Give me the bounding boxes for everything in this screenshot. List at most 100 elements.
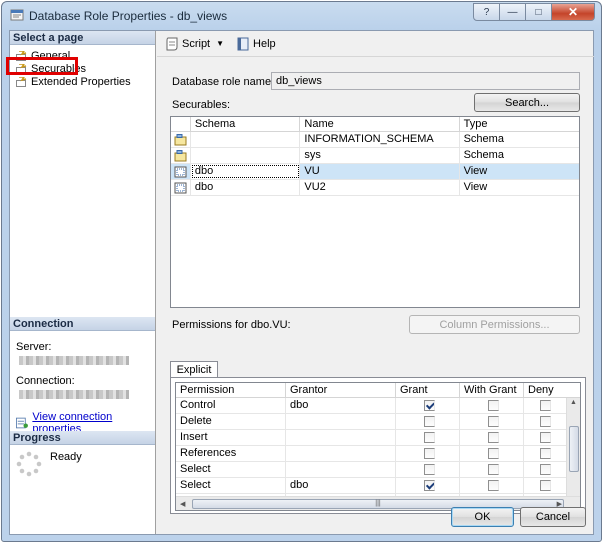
grant-checkbox[interactable] xyxy=(424,448,435,459)
window-controls: ? — □ ✕ xyxy=(473,3,595,21)
cell-deny xyxy=(524,398,568,413)
connection-value-redacted xyxy=(19,390,129,399)
cell-type: View xyxy=(463,181,488,193)
deny-checkbox[interactable] xyxy=(540,400,551,411)
cell-with-grant xyxy=(460,478,524,493)
deny-checkbox[interactable] xyxy=(540,432,551,443)
permission-row[interactable]: Delete xyxy=(176,414,580,430)
deny-checkbox[interactable] xyxy=(540,448,551,459)
permission-row[interactable]: Select dbo xyxy=(176,478,580,494)
cell-grant xyxy=(396,462,460,477)
grant-checkbox[interactable] xyxy=(424,464,435,475)
help-button[interactable]: Help xyxy=(236,37,276,51)
column-header-grant[interactable]: Grant xyxy=(396,383,460,397)
permission-row[interactable]: Control dbo xyxy=(176,398,580,414)
progress-spinner-icon xyxy=(16,451,42,477)
cell-deny xyxy=(524,478,568,493)
scroll-thumb-vertical[interactable] xyxy=(569,426,579,472)
securable-row[interactable]: dbo VU2 View xyxy=(171,180,579,196)
with-grant-checkbox[interactable] xyxy=(488,432,499,443)
permissions-label: Permissions for dbo.VU: xyxy=(172,319,291,331)
grant-checkbox[interactable] xyxy=(424,416,435,427)
cell-with-grant xyxy=(460,398,524,413)
page-item-label: Extended Properties xyxy=(31,75,131,88)
progress-header: Progress xyxy=(10,431,155,445)
securable-row[interactable]: INFORMATION_SCHEMA Schema xyxy=(171,132,579,148)
column-header-grantor[interactable]: Grantor xyxy=(286,383,396,397)
cell-grantor xyxy=(286,430,396,445)
cell-deny xyxy=(524,414,568,429)
cancel-button[interactable]: Cancel xyxy=(520,507,586,527)
dialog-client: Select a page General Securables Extende… xyxy=(6,30,594,535)
icon-column-header xyxy=(171,117,191,131)
deny-checkbox[interactable] xyxy=(540,480,551,491)
cell-name: VU xyxy=(300,164,460,179)
chevron-down-icon[interactable]: ▼ xyxy=(216,39,224,48)
search-button[interactable]: Search... xyxy=(474,93,580,112)
cell-permission: Select xyxy=(176,462,286,477)
securable-row[interactable]: sys Schema xyxy=(171,148,579,164)
permission-row[interactable]: Insert xyxy=(176,430,580,446)
progress-section: Progress Ready xyxy=(10,431,155,483)
cell-grantor: dbo xyxy=(286,478,396,493)
permissions-grid[interactable]: Permission Grantor Grant With Grant Deny… xyxy=(175,382,581,511)
ok-button[interactable]: OK xyxy=(451,507,514,527)
properties-icon xyxy=(16,417,28,429)
window-title: Database Role Properties - db_views xyxy=(29,9,228,23)
securables-grid[interactable]: Schema Name Type INFORMATION_SCHEMA Sche… xyxy=(170,116,580,308)
scroll-left-icon[interactable]: ◀ xyxy=(180,500,185,508)
permission-row[interactable]: References xyxy=(176,446,580,462)
column-permissions-button[interactable]: Column Permissions... xyxy=(409,315,580,334)
scroll-up-icon[interactable]: ▲ xyxy=(570,399,577,406)
securables-header: Schema Name Type xyxy=(171,117,579,132)
column-header-with-grant[interactable]: With Grant xyxy=(460,383,524,397)
help-label: Help xyxy=(253,37,276,50)
grant-checkbox[interactable] xyxy=(424,480,435,491)
column-header-deny[interactable]: Deny xyxy=(524,383,568,397)
cell-grant xyxy=(396,430,460,445)
deny-checkbox[interactable] xyxy=(540,416,551,427)
schema-icon xyxy=(171,132,191,147)
column-header-name[interactable]: Name xyxy=(300,117,460,131)
deny-checkbox[interactable] xyxy=(540,464,551,475)
permission-row[interactable]: Select xyxy=(176,462,580,478)
schema-icon xyxy=(171,148,191,163)
column-header-type[interactable]: Type xyxy=(460,117,579,131)
cell-type: View xyxy=(463,165,488,177)
with-grant-checkbox[interactable] xyxy=(488,464,499,475)
grant-checkbox[interactable] xyxy=(424,432,435,443)
securable-row-selected[interactable]: dbo VU View xyxy=(171,164,579,180)
grant-checkbox[interactable] xyxy=(424,400,435,411)
with-grant-checkbox[interactable] xyxy=(488,400,499,411)
vertical-scrollbar[interactable]: ▲ ▼ xyxy=(566,398,580,504)
with-grant-checkbox[interactable] xyxy=(488,480,499,491)
column-header-schema[interactable]: Schema xyxy=(191,117,301,131)
tab-explicit[interactable]: Explicit xyxy=(170,361,218,378)
minimize-icon[interactable]: — xyxy=(499,3,526,21)
cell-schema xyxy=(191,148,301,163)
view-icon xyxy=(171,164,191,179)
with-grant-checkbox[interactable] xyxy=(488,416,499,427)
properties-pane: Script ▼ Help Database role name: db_vie… xyxy=(157,31,594,534)
cell-type: Schema xyxy=(463,149,504,161)
cell-permission: Select xyxy=(176,478,286,493)
cell-grant xyxy=(396,446,460,461)
role-name-field[interactable]: db_views xyxy=(271,72,580,90)
column-header-permission[interactable]: Permission xyxy=(176,383,286,397)
with-grant-checkbox[interactable] xyxy=(488,448,499,459)
cell-with-grant xyxy=(460,414,524,429)
server-value-redacted xyxy=(19,356,129,365)
annotation-highlight-box xyxy=(6,57,78,75)
connection-section: Connection Server: Connection: View conn… xyxy=(10,317,155,441)
title-bar[interactable]: Database Role Properties - db_views ? — … xyxy=(2,2,601,29)
maximize-icon[interactable]: □ xyxy=(525,3,552,21)
securables-label: Securables: xyxy=(172,99,231,111)
cell-grant xyxy=(396,414,460,429)
close-icon[interactable]: ✕ xyxy=(551,3,595,21)
help-book-icon xyxy=(237,37,249,50)
script-button[interactable]: Script ▼ xyxy=(165,37,230,51)
page-icon xyxy=(16,76,27,87)
help-icon[interactable]: ? xyxy=(473,3,500,21)
cell-with-grant xyxy=(460,430,524,445)
page-item-extended-properties[interactable]: Extended Properties xyxy=(10,75,155,88)
